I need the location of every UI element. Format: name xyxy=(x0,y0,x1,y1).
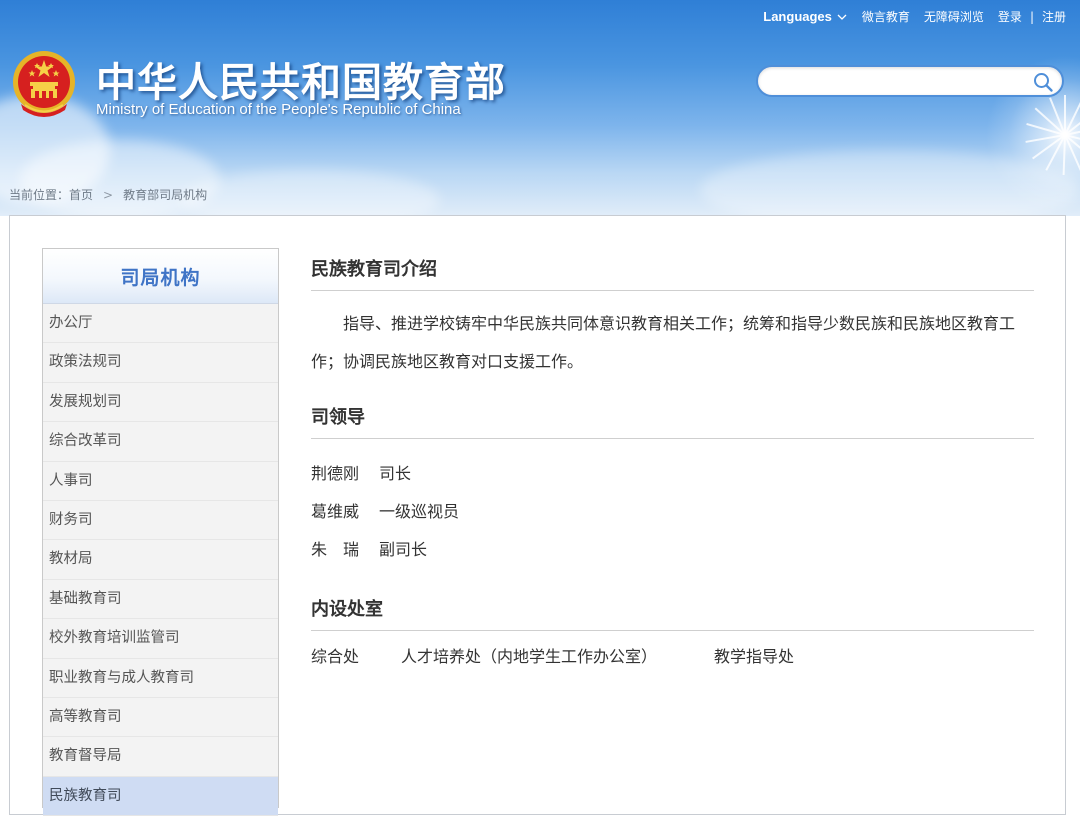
search-icon[interactable] xyxy=(1032,71,1054,93)
leader-position: 一级巡视员 xyxy=(379,502,459,521)
search-box xyxy=(756,65,1064,97)
sidebar-item[interactable]: 高等教育司 xyxy=(43,698,278,737)
sidebar: 司局机构 办公厅 政策法规司 发展规划司 综合改革司 人事司 财务司 教材局 基… xyxy=(42,248,279,808)
sidebar-item[interactable]: 办公厅 xyxy=(43,304,278,343)
division-item: 教学指导处 xyxy=(714,643,794,667)
breadcrumb-current-link[interactable]: 教育部司局机构 xyxy=(123,188,207,202)
leader-name: 葛维威 xyxy=(311,493,379,531)
sidebar-menu: 办公厅 政策法规司 发展规划司 综合改革司 人事司 财务司 教材局 基础教育司 … xyxy=(43,304,278,816)
login-link[interactable]: 登录 xyxy=(998,8,1022,25)
site-title: 中华人民共和国教育部 xyxy=(96,50,506,108)
sidebar-item[interactable]: 教育督导局 xyxy=(43,737,278,776)
languages-dropdown[interactable]: Languages xyxy=(763,9,848,24)
breadcrumb-prefix: 当前位置： xyxy=(9,188,69,202)
search-input[interactable] xyxy=(772,71,1026,93)
breadcrumb-home-link[interactable]: 首页 xyxy=(69,188,93,202)
division-item: 综合处 xyxy=(311,643,401,667)
sidebar-title: 司局机构 xyxy=(120,263,200,290)
sidebar-item[interactable]: 基础教育司 xyxy=(43,580,278,619)
site-header: 中华人民共和国教育部 Ministry of Education of the … xyxy=(0,0,1080,216)
leader-position: 副司长 xyxy=(379,540,427,559)
main-content: 民族教育司介绍 指导、推进学校铸牢中华民族共同体意识教育相关工作；统筹和指导少数… xyxy=(311,255,1034,667)
leaders-list: 荆德刚司长 葛维威一级巡视员 朱 瑞副司长 xyxy=(311,455,1034,569)
leader-name: 朱 瑞 xyxy=(311,531,379,569)
languages-label: Languages xyxy=(763,9,832,24)
leader-row: 朱 瑞副司长 xyxy=(311,531,1034,569)
sidebar-item[interactable]: 校外教育培训监管司 xyxy=(43,619,278,658)
division-item: 人才培养处（内地学生工作办公室） xyxy=(401,643,714,667)
sidebar-header: 司局机构 xyxy=(43,249,278,304)
sidebar-item[interactable]: 人事司 xyxy=(43,462,278,501)
sidebar-item[interactable]: 发展规划司 xyxy=(43,383,278,422)
national-emblem-icon xyxy=(11,48,77,120)
breadcrumb: 当前位置：首页 > 教育部司局机构 xyxy=(9,186,207,203)
divisions-list: 综合处人才培养处（内地学生工作办公室）教学指导处 xyxy=(311,643,1034,667)
register-link[interactable]: 注册 xyxy=(1042,8,1066,25)
leader-row: 葛维威一级巡视员 xyxy=(311,493,1034,531)
sidebar-item[interactable]: 教材局 xyxy=(43,540,278,579)
leaders-section-title: 司领导 xyxy=(311,403,1034,439)
sidebar-item[interactable]: 财务司 xyxy=(43,501,278,540)
sidebar-item[interactable]: 政策法规司 xyxy=(43,343,278,382)
leader-position: 司长 xyxy=(379,464,411,483)
site-subtitle: Ministry of Education of the People's Re… xyxy=(96,101,461,118)
top-navigation: Languages 微言教育 无障碍浏览 登录 | 注册 xyxy=(763,8,1066,25)
chevron-down-icon xyxy=(836,11,848,23)
leader-row: 荆德刚司长 xyxy=(311,455,1034,493)
sidebar-item-active[interactable]: 民族教育司 xyxy=(43,777,278,816)
weiyan-education-link[interactable]: 微言教育 xyxy=(862,8,910,25)
leader-name: 荆德刚 xyxy=(311,455,379,493)
intro-text: 指导、推进学校铸牢中华民族共同体意识教育相关工作；统筹和指导少数民族和民族地区教… xyxy=(311,305,1034,381)
dandelion-seed xyxy=(1063,135,1066,175)
topnav-separator: | xyxy=(1030,10,1034,24)
intro-section-title: 民族教育司介绍 xyxy=(311,255,1034,291)
breadcrumb-separator: > xyxy=(103,188,113,202)
sidebar-item[interactable]: 综合改革司 xyxy=(43,422,278,461)
accessible-browsing-link[interactable]: 无障碍浏览 xyxy=(924,8,984,25)
sidebar-item[interactable]: 职业教育与成人教育司 xyxy=(43,659,278,698)
divisions-section-title: 内设处室 xyxy=(311,595,1034,631)
